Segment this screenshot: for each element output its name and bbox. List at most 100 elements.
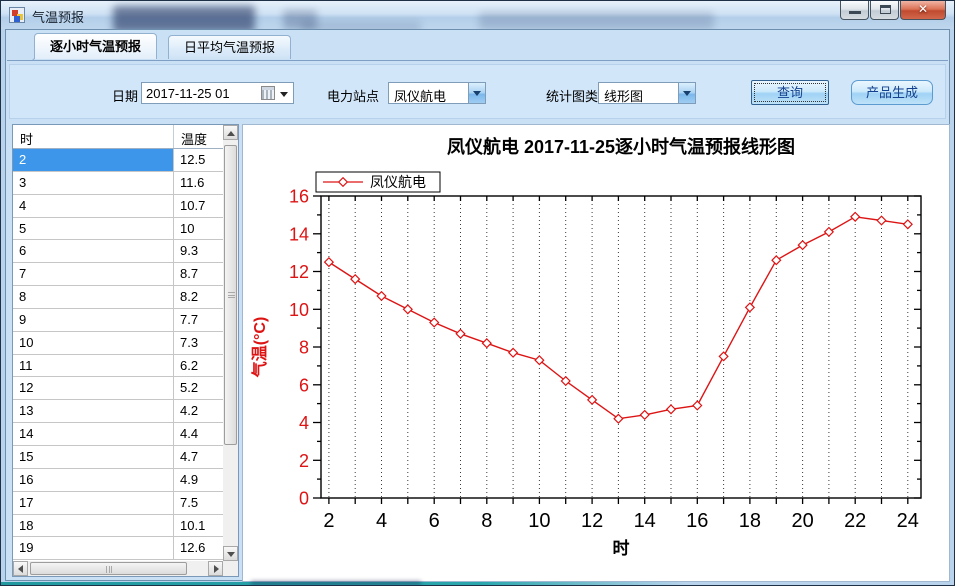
temperature-cell[interactable]: 4.7 — [174, 446, 223, 469]
hour-cell[interactable]: 14 — [13, 423, 174, 446]
temperature-cell[interactable]: 4.2 — [174, 400, 223, 423]
hour-cell[interactable]: 10 — [13, 332, 174, 355]
glass-reflection — [251, 581, 421, 585]
temperature-cell[interactable]: 10.7 — [174, 195, 223, 218]
hour-cell[interactable]: 9 — [13, 309, 174, 332]
table-row[interactable]: 88.2 — [13, 286, 223, 309]
table-horizontal-scrollbar[interactable] — [13, 561, 223, 576]
temperature-cell[interactable]: 9.3 — [174, 240, 223, 263]
scroll-down-button[interactable] — [223, 546, 238, 561]
table-row[interactable]: 125.2 — [13, 377, 223, 400]
temperature-cell[interactable]: 10 — [174, 218, 223, 241]
hour-cell[interactable]: 7 — [13, 263, 174, 286]
svg-text:14: 14 — [289, 224, 309, 244]
hour-cell[interactable]: 16 — [13, 469, 174, 492]
temperature-cell[interactable]: 4.4 — [174, 423, 223, 446]
hour-cell[interactable]: 4 — [13, 195, 174, 218]
temperature-cell[interactable]: 8.7 — [174, 263, 223, 286]
tab-hourly-forecast[interactable]: 逐小时气温预报 — [34, 33, 157, 59]
titlebar[interactable]: 气温预报 ✕ — [1, 1, 954, 29]
temperature-cell[interactable]: 7.7 — [174, 309, 223, 332]
table-row[interactable]: 212.5 — [13, 149, 223, 172]
temperature-cell[interactable]: 11.6 — [174, 172, 223, 195]
station-select[interactable]: 凤仪航电 — [388, 82, 486, 104]
hour-cell[interactable]: 3 — [13, 172, 174, 195]
svg-text:2: 2 — [323, 510, 334, 532]
svg-text:8: 8 — [299, 338, 309, 358]
maximize-icon — [880, 5, 891, 14]
horizontal-scroll-thumb[interactable] — [30, 562, 187, 575]
svg-text:24: 24 — [897, 510, 919, 532]
chart-title: 凤仪航电 2017-11-25逐小时气温预报线形图 — [447, 136, 795, 157]
table-row[interactable]: 134.2 — [13, 400, 223, 423]
temperature-cell[interactable]: 5.2 — [174, 377, 223, 400]
scroll-left-button[interactable] — [13, 561, 28, 576]
hour-cell[interactable]: 17 — [13, 492, 174, 515]
hour-cell[interactable]: 19 — [13, 537, 174, 560]
column-header-temperature[interactable]: 温度 — [174, 125, 223, 148]
table-row[interactable]: 107.3 — [13, 332, 223, 355]
table-row[interactable]: 164.9 — [13, 469, 223, 492]
temperature-cell[interactable]: 7.5 — [174, 492, 223, 515]
date-value: 2017-11-25 01 — [146, 86, 230, 101]
generate-button-label: 产品生成 — [866, 85, 918, 100]
temperature-cell[interactable]: 12.5 — [174, 149, 223, 172]
svg-text:16: 16 — [289, 187, 309, 207]
hour-cell[interactable]: 15 — [13, 446, 174, 469]
table-row[interactable]: 116.2 — [13, 355, 223, 378]
table-row[interactable]: 154.7 — [13, 446, 223, 469]
hour-cell[interactable]: 12 — [13, 377, 174, 400]
temperature-cell[interactable]: 6.2 — [174, 355, 223, 378]
maximize-button[interactable] — [870, 1, 899, 20]
column-header-hour[interactable]: 时 — [13, 125, 174, 148]
close-button[interactable]: ✕ — [900, 1, 946, 20]
scrollbar-corner — [223, 561, 238, 576]
temperature-cell[interactable]: 7.3 — [174, 332, 223, 355]
table-row[interactable]: 177.5 — [13, 492, 223, 515]
date-picker[interactable]: 2017-11-25 01 — [141, 82, 294, 104]
vertical-scroll-thumb[interactable] — [224, 145, 237, 445]
station-dropdown-button[interactable] — [468, 83, 485, 103]
table-row[interactable]: 311.6 — [13, 172, 223, 195]
svg-text:10: 10 — [289, 300, 309, 320]
table-row[interactable]: 144.4 — [13, 423, 223, 446]
glass-reflection — [113, 6, 255, 29]
tab-daily-average-forecast[interactable]: 日平均气温预报 — [168, 35, 291, 59]
table-row[interactable]: 97.7 — [13, 309, 223, 332]
hour-cell[interactable]: 11 — [13, 355, 174, 378]
svg-text:0: 0 — [299, 489, 309, 509]
table-body: 212.5311.6410.751069.378.788.297.7107.31… — [13, 149, 223, 561]
chart-type-select[interactable]: 线形图 — [598, 82, 696, 104]
svg-text:8: 8 — [481, 510, 492, 532]
table-row[interactable]: 510 — [13, 218, 223, 241]
table-row[interactable]: 78.7 — [13, 263, 223, 286]
temperature-cell[interactable]: 12.6 — [174, 537, 223, 560]
table-row[interactable]: 410.7 — [13, 195, 223, 218]
generate-product-button[interactable]: 产品生成 — [851, 80, 933, 105]
glass-reflection — [479, 12, 714, 29]
hour-cell[interactable]: 8 — [13, 286, 174, 309]
temperature-cell[interactable]: 4.9 — [174, 469, 223, 492]
chart-type-dropdown-button[interactable] — [678, 83, 695, 103]
dropdown-arrow-icon — [683, 91, 691, 96]
table-row[interactable]: 69.3 — [13, 240, 223, 263]
hour-cell[interactable]: 5 — [13, 218, 174, 241]
query-button[interactable]: 查询 — [751, 80, 829, 105]
temperature-cell[interactable]: 10.1 — [174, 515, 223, 538]
tab-strip: 逐小时气温预报 日平均气温预报 — [8, 33, 947, 60]
desktop-background: 气温预报 ✕ 逐小时气温预报 日平均气温预报 — [0, 0, 955, 586]
table-row[interactable]: 1912.6 — [13, 537, 223, 560]
scroll-up-button[interactable] — [223, 125, 238, 140]
hour-cell[interactable]: 6 — [13, 240, 174, 263]
svg-text:16: 16 — [686, 510, 708, 532]
hour-cell[interactable]: 13 — [13, 400, 174, 423]
table-row[interactable]: 1810.1 — [13, 515, 223, 538]
hour-cell[interactable]: 18 — [13, 515, 174, 538]
scroll-right-button[interactable] — [208, 561, 223, 576]
temperature-cell[interactable]: 8.2 — [174, 286, 223, 309]
glass-reflection — [301, 21, 421, 29]
legend-series-label: 凤仪航电 — [370, 174, 426, 190]
minimize-button[interactable] — [840, 1, 869, 20]
hour-cell[interactable]: 2 — [13, 149, 174, 172]
table-vertical-scrollbar[interactable] — [223, 125, 238, 561]
